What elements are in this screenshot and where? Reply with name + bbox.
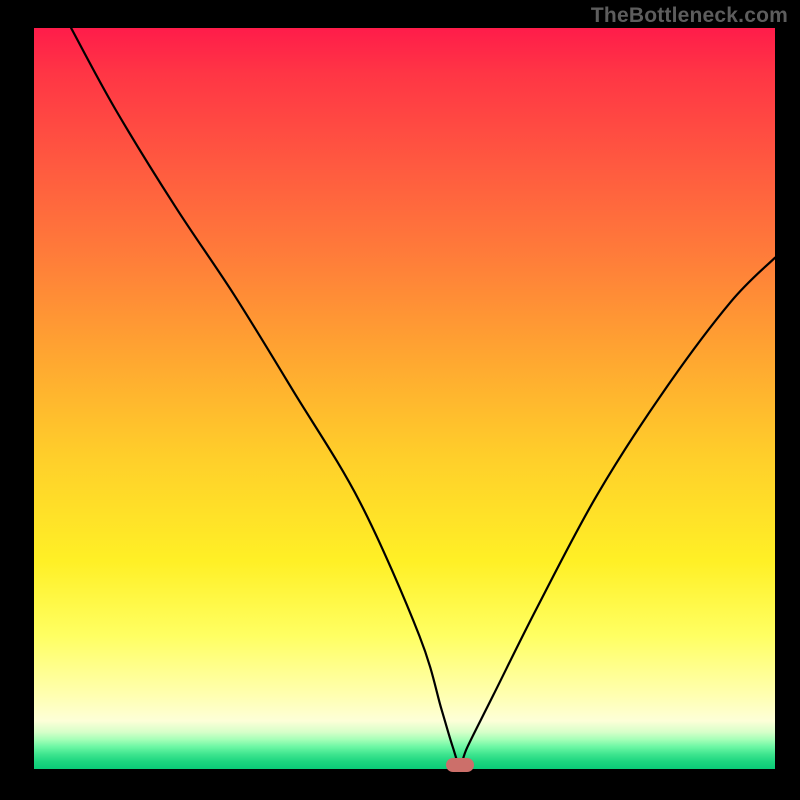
chart-frame: TheBottleneck.com: [0, 0, 800, 800]
watermark-text: TheBottleneck.com: [591, 4, 788, 28]
optimum-marker: [446, 758, 474, 772]
plot-area: [34, 28, 775, 769]
bottleneck-curve: [34, 28, 775, 769]
